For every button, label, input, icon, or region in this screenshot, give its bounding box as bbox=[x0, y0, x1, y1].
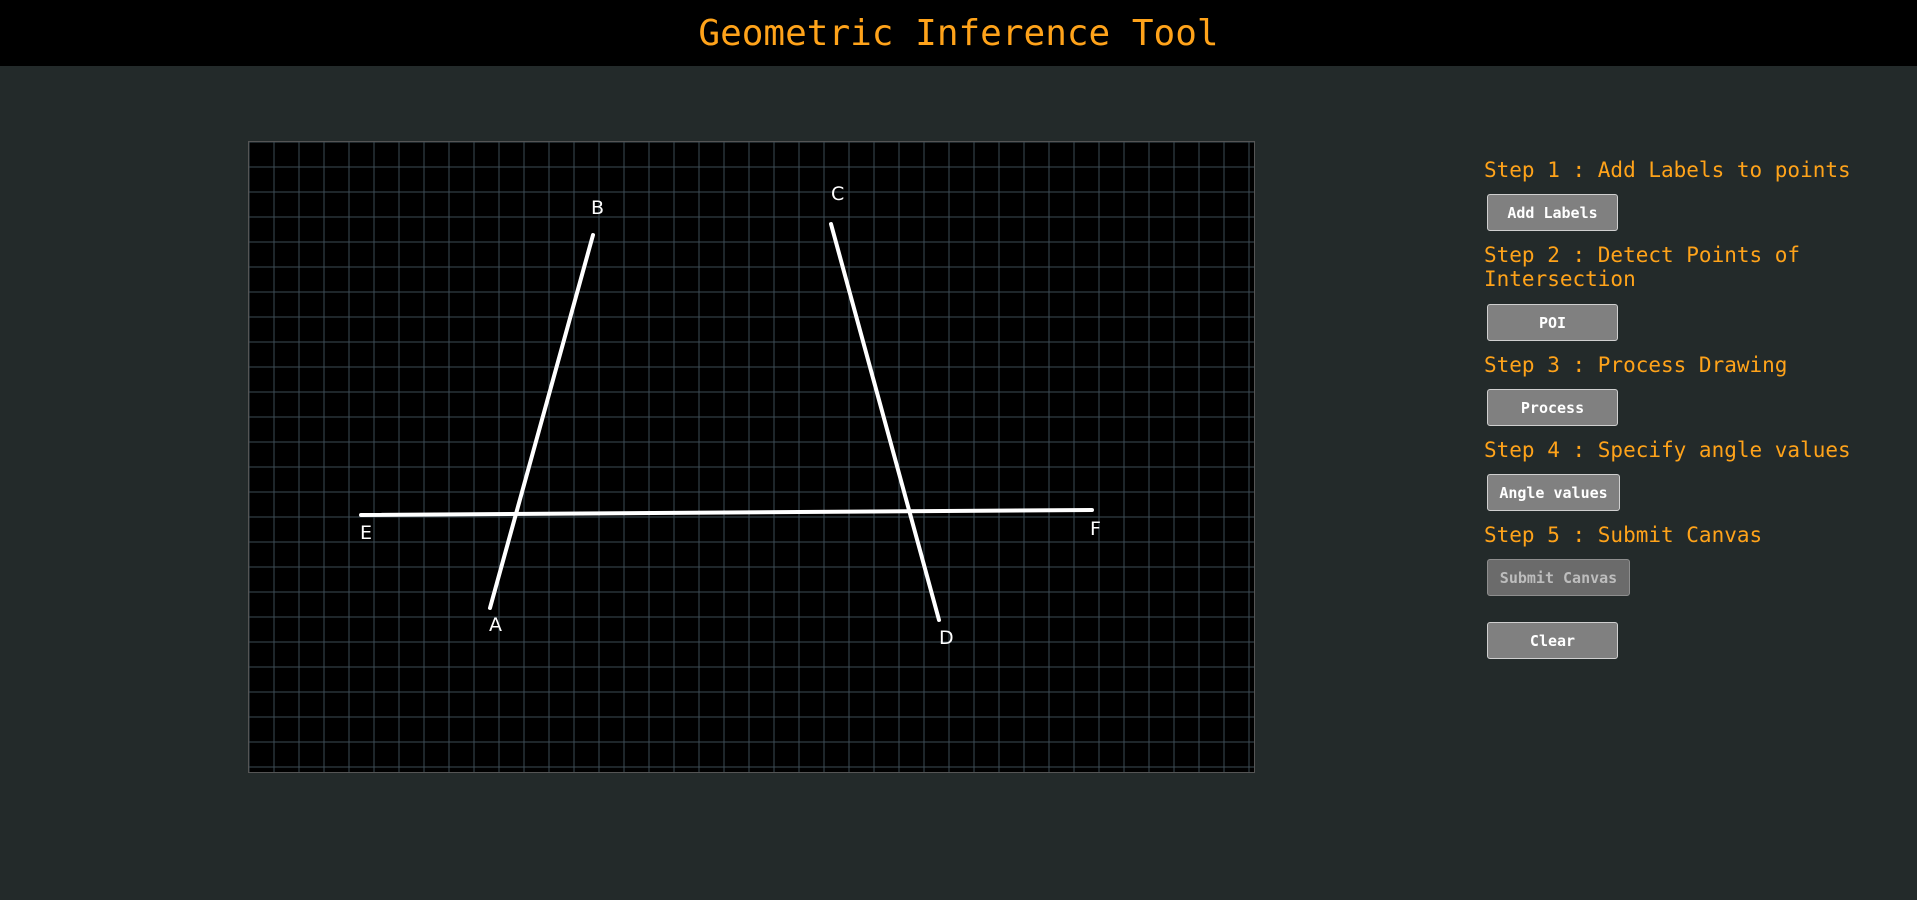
drawn-lines bbox=[359, 222, 1094, 622]
line-ef bbox=[359, 508, 1094, 517]
point-labels: A B C D E F bbox=[360, 183, 1101, 649]
app-title: Geometric Inference Tool bbox=[698, 12, 1219, 54]
point-label-f: F bbox=[1090, 518, 1101, 540]
step-3-label: Step 3 : Process Drawing bbox=[1484, 353, 1788, 377]
step-4-label: Step 4 : Specify angle values bbox=[1484, 438, 1851, 462]
step-1-label: Step 1 : Add Labels to points bbox=[1484, 158, 1851, 182]
line-cd bbox=[829, 222, 941, 622]
point-label-c: C bbox=[831, 183, 844, 205]
angle-values-button[interactable]: Angle values bbox=[1487, 474, 1620, 511]
point-label-b: B bbox=[591, 197, 604, 219]
point-label-a: A bbox=[489, 614, 502, 636]
app-header: Geometric Inference Tool bbox=[0, 0, 1917, 66]
drawing-canvas-svg[interactable]: A B C D E F bbox=[249, 142, 1254, 772]
point-label-d: D bbox=[939, 627, 954, 649]
poi-button[interactable]: POI bbox=[1487, 304, 1618, 341]
steps-panel: Step 1 : Add Labels to points Add Labels… bbox=[1484, 158, 1904, 659]
line-ab bbox=[488, 233, 595, 610]
canvas-grid bbox=[249, 142, 1254, 772]
clear-button[interactable]: Clear bbox=[1487, 622, 1618, 659]
add-labels-button[interactable]: Add Labels bbox=[1487, 194, 1618, 231]
process-button[interactable]: Process bbox=[1487, 389, 1618, 426]
drawing-canvas[interactable]: A B C D E F bbox=[248, 141, 1255, 773]
point-label-e: E bbox=[360, 522, 372, 544]
step-2-label: Step 2 : Detect Points of Intersection bbox=[1484, 243, 1801, 291]
submit-canvas-button[interactable]: Submit Canvas bbox=[1487, 559, 1630, 596]
step-5-label: Step 5 : Submit Canvas bbox=[1484, 523, 1763, 547]
